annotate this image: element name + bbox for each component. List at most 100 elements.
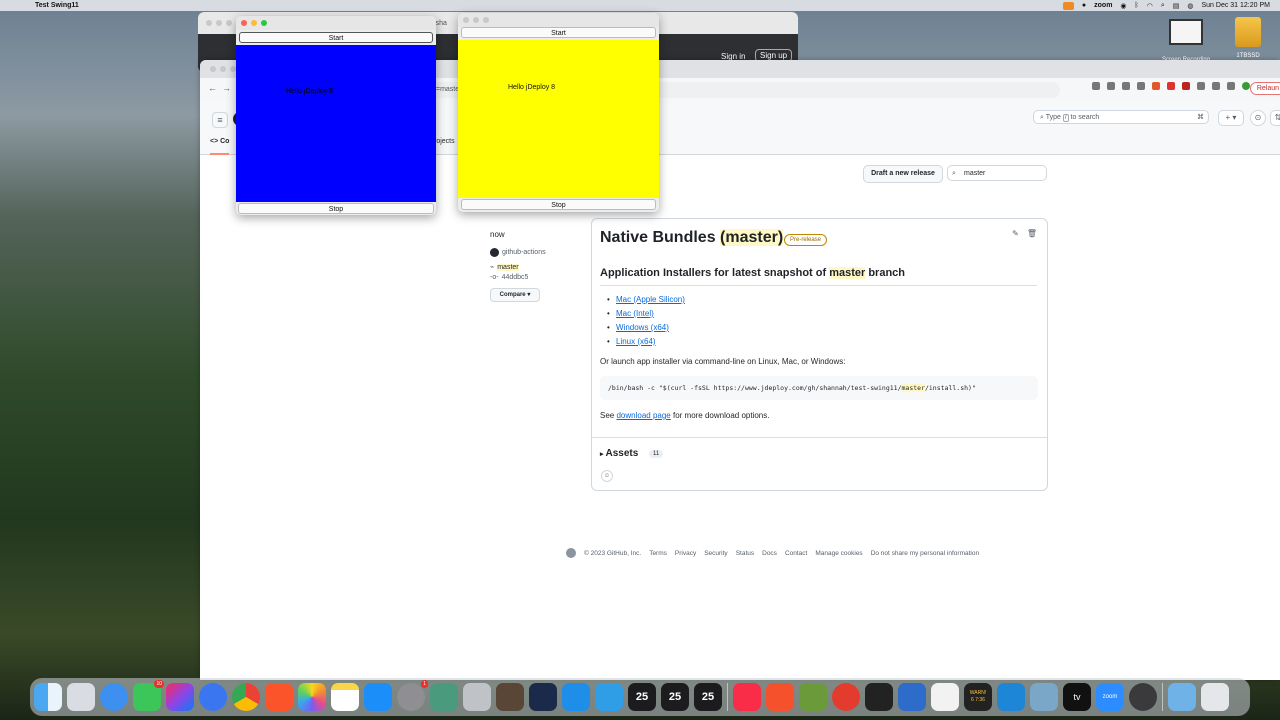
maximize-icon[interactable]	[261, 20, 267, 26]
extension-red-icon[interactable]	[1167, 82, 1175, 90]
textedit-icon[interactable]	[931, 683, 959, 711]
console-icon[interactable]: WARN! 6 7:36	[964, 683, 992, 711]
finder-icon[interactable]	[34, 683, 62, 711]
status-orange-icon[interactable]	[1062, 1, 1074, 10]
release-tag[interactable]: master	[497, 263, 519, 271]
footer-link[interactable]: Security	[704, 550, 727, 557]
delete-trash-icon[interactable]: 🗑	[1027, 229, 1037, 238]
extension-flag-icon[interactable]	[1182, 82, 1190, 90]
author-avatar[interactable]	[490, 248, 499, 257]
bluetooth-icon[interactable]: ᛒ	[1135, 2, 1139, 9]
download-page-link[interactable]: download page	[616, 411, 670, 420]
preview-icon[interactable]	[1030, 683, 1058, 711]
installer-link-mac-silicon[interactable]: Mac (Apple Silicon)	[616, 295, 685, 304]
remote-app-icon[interactable]	[832, 683, 860, 711]
footer-link[interactable]: Docs	[762, 550, 777, 557]
menubar-clock[interactable]: Sun Dec 31 12:20 PM	[1202, 2, 1271, 9]
footer-link[interactable]: Privacy	[675, 550, 696, 557]
trash-icon[interactable]	[1201, 683, 1229, 711]
release-title[interactable]: Native Bundles (master)	[600, 229, 784, 247]
app-store-icon[interactable]	[364, 683, 392, 711]
pencil-app-icon[interactable]	[766, 683, 794, 711]
extension-shield-icon[interactable]	[1137, 82, 1145, 90]
photos-icon[interactable]	[298, 683, 326, 711]
wifi-icon[interactable]: ◠	[1147, 2, 1153, 10]
install-icon[interactable]	[1092, 82, 1100, 90]
xcode-icon[interactable]	[562, 683, 590, 711]
menu-icon[interactable]: ≡	[212, 112, 228, 128]
start-button[interactable]: Start	[239, 32, 433, 43]
brave-icon[interactable]	[265, 683, 293, 711]
release-commit[interactable]: 44ddbc5	[502, 274, 529, 281]
installer-link-windows[interactable]: Windows (x64)	[616, 323, 669, 332]
github-search-input[interactable]: ⌕ Type / to search ⌘	[1033, 110, 1209, 124]
date-tile[interactable]: 25	[661, 683, 689, 711]
footer-link[interactable]: Terms	[649, 550, 667, 557]
back-arrow-icon[interactable]: ←	[208, 83, 217, 93]
apple-tv-icon[interactable]: tv	[1063, 683, 1091, 711]
edit-pencil-icon[interactable]: ✎	[1012, 229, 1019, 238]
extension-puzzle-icon[interactable]	[1197, 82, 1205, 90]
release-author[interactable]: github-actions	[502, 249, 546, 256]
sidebar-icon[interactable]	[1227, 82, 1235, 90]
safari-icon[interactable]	[100, 683, 128, 711]
waveform-app-icon[interactable]	[529, 683, 557, 711]
intellij-icon[interactable]	[166, 683, 194, 711]
footer-link[interactable]: Manage cookies	[815, 550, 862, 557]
swing-window-yellow[interactable]: Start Hello jDeploy 8 Stop	[458, 13, 659, 212]
minimize-icon[interactable]	[251, 20, 257, 26]
footer-link[interactable]: Status	[736, 550, 754, 557]
create-new-button[interactable]: + ▾	[1218, 110, 1244, 126]
footer-link[interactable]: Do not share my personal information	[871, 550, 979, 557]
github-mark-icon[interactable]	[566, 548, 576, 558]
portrait-app-icon[interactable]	[496, 683, 524, 711]
downloads-folder-icon[interactable]	[1168, 683, 1196, 711]
messages-icon[interactable]: 10	[133, 680, 164, 711]
date-tile[interactable]: 25	[694, 683, 722, 711]
assets-toggle[interactable]: ▸ Assets	[600, 448, 638, 459]
control-icon[interactable]: ◉	[1120, 2, 1126, 10]
repo-tab-projects[interactable]: rojects	[434, 138, 455, 145]
forward-arrow-icon[interactable]: →	[222, 83, 231, 93]
extension-orange-icon[interactable]	[1152, 82, 1160, 90]
notes-icon[interactable]	[331, 683, 359, 711]
close-icon[interactable]	[241, 20, 247, 26]
zoom-app-icon[interactable]: zoom	[1096, 683, 1124, 711]
launchpad-icon[interactable]	[67, 683, 95, 711]
search-icon[interactable]: ⌕	[1161, 2, 1165, 10]
repo-tab-code[interactable]: <> Co	[210, 138, 230, 155]
bookmark-star-icon[interactable]	[1122, 82, 1130, 90]
stop-button[interactable]: Stop	[461, 199, 656, 210]
desktop-icon-drive[interactable]: 1TBSSD	[1218, 17, 1278, 59]
stop-button[interactable]: Stop	[238, 203, 434, 214]
system-settings-icon[interactable]: 1	[397, 680, 428, 711]
close-icon[interactable]	[463, 17, 469, 23]
screen-sharing-icon[interactable]	[898, 683, 926, 711]
release-filter-input[interactable]: ⌕ master	[947, 165, 1047, 181]
active-app-name[interactable]: Test Swing11	[35, 2, 79, 9]
siri-icon[interactable]: ◍	[1187, 2, 1193, 10]
terminal-icon[interactable]	[865, 683, 893, 711]
issues-icon[interactable]: ⊙	[1250, 110, 1266, 126]
signal-icon[interactable]	[199, 683, 227, 711]
pull-requests-icon[interactable]: ⇅	[1270, 110, 1280, 126]
desktop-icon-screen-recording[interactable]: Screen Recording	[1156, 19, 1216, 63]
swing-window-blue[interactable]: Start Hello jDeploy 8 Stop	[236, 16, 436, 215]
music-icon[interactable]	[733, 683, 761, 711]
garden-app-icon[interactable]	[799, 683, 827, 711]
share-icon[interactable]	[1107, 82, 1115, 90]
add-reaction-smiley-icon[interactable]: ☺	[601, 470, 613, 482]
profile-avatar-icon[interactable]	[1242, 82, 1250, 90]
command-palette-icon[interactable]: ⌘	[1197, 111, 1204, 125]
relaunch-button[interactable]: Relaun	[1249, 82, 1280, 95]
zoom-menubar-label[interactable]: zoom	[1094, 2, 1112, 9]
start-button[interactable]: Start	[461, 27, 656, 38]
instruments-icon[interactable]	[595, 683, 623, 711]
compare-button[interactable]: Compare ▾	[490, 288, 540, 302]
installer-link-linux[interactable]: Linux (x64)	[616, 337, 656, 346]
vscode-icon[interactable]	[997, 683, 1025, 711]
record-icon[interactable]: ●	[1082, 2, 1086, 9]
maximize-icon[interactable]	[483, 17, 489, 23]
control-center-icon[interactable]: ▤	[1173, 2, 1180, 10]
download-icon[interactable]	[1212, 82, 1220, 90]
